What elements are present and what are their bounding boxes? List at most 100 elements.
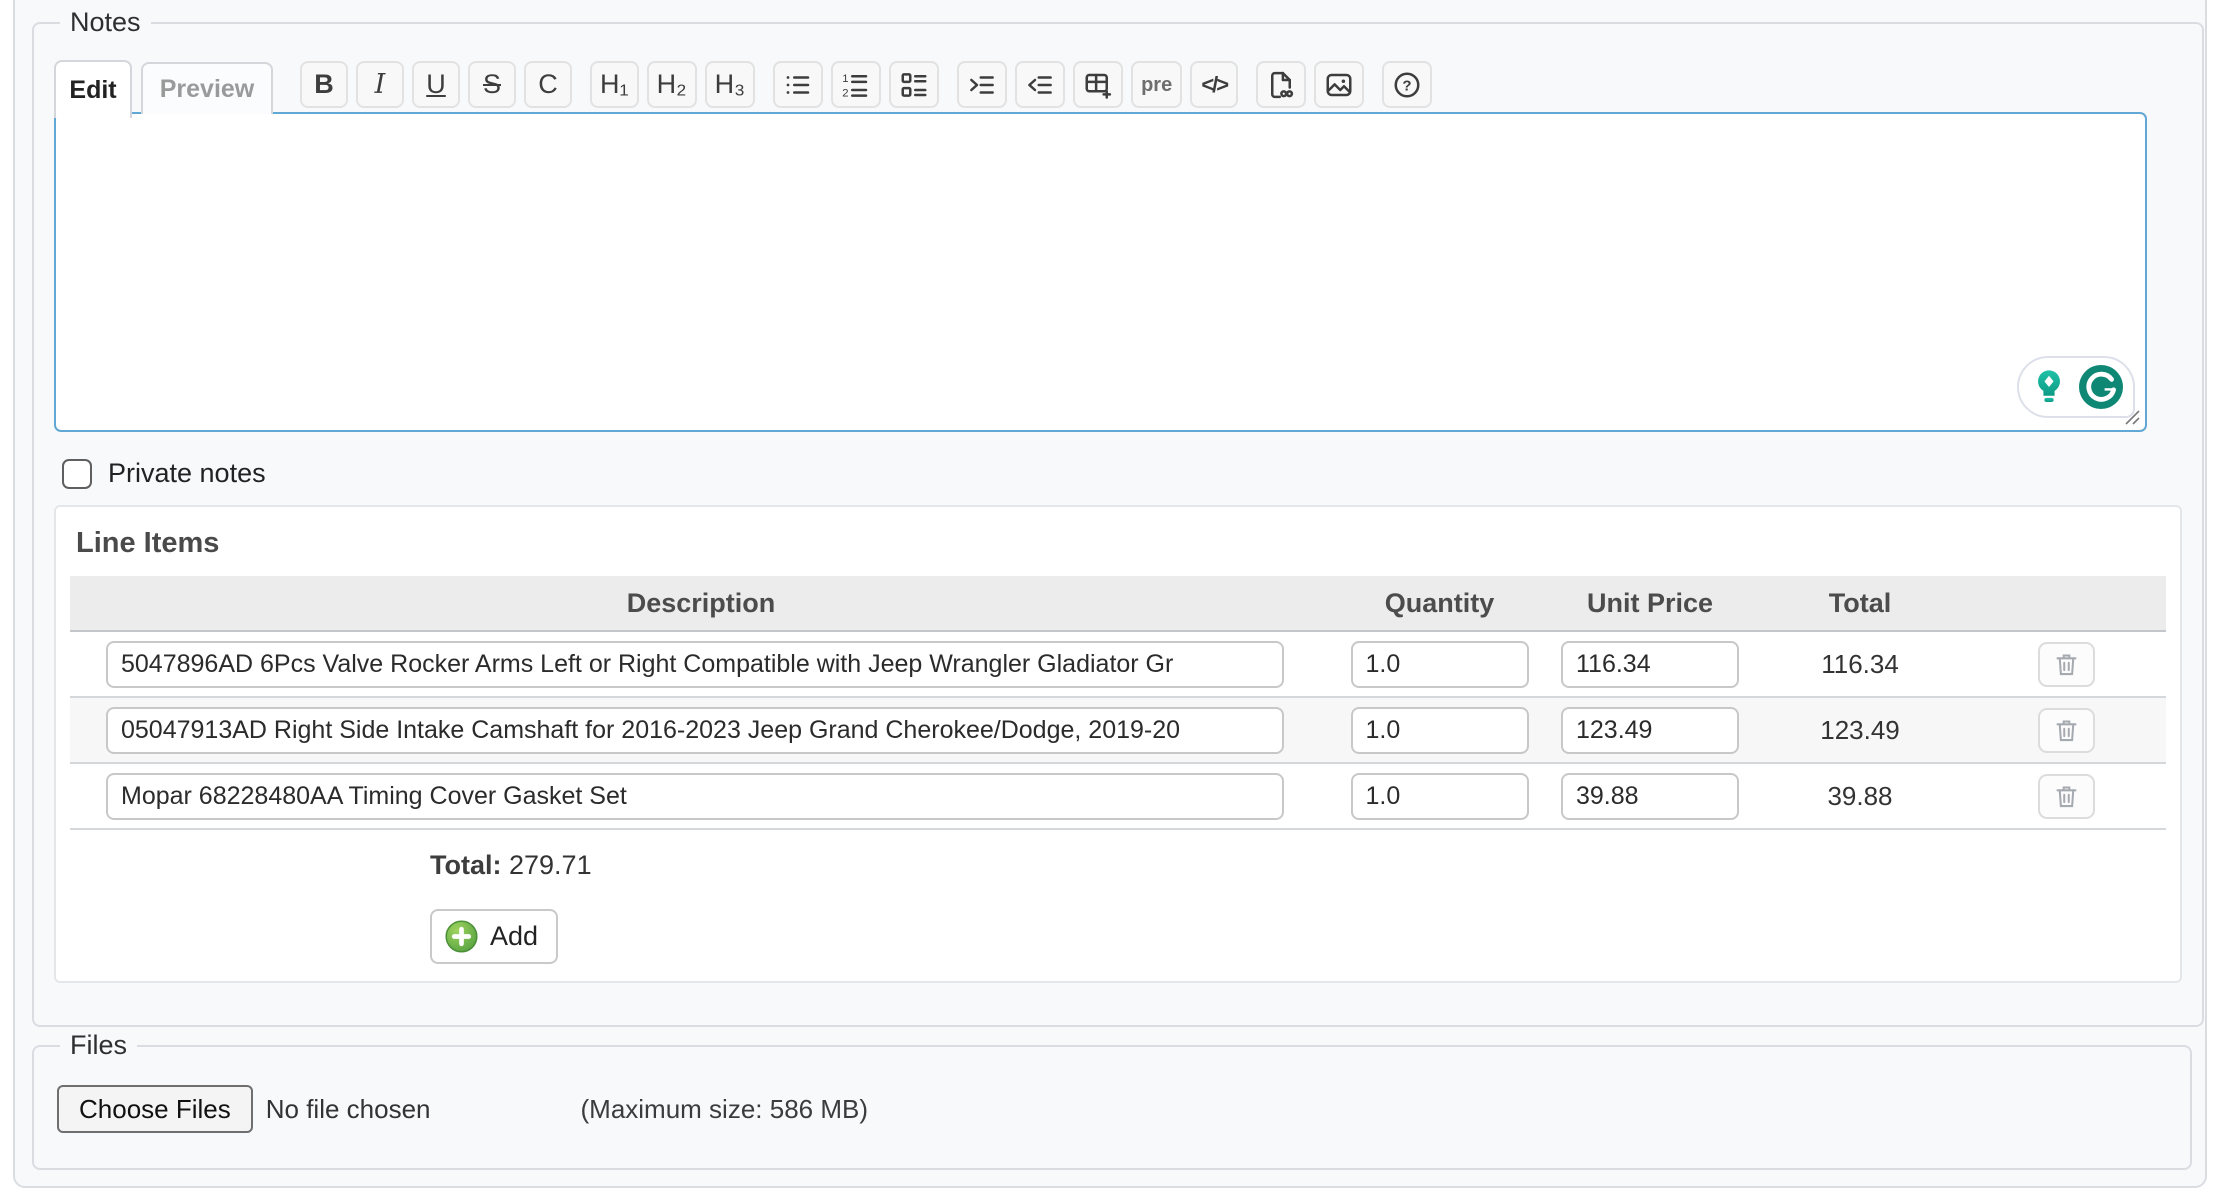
tab-preview[interactable]: Preview (141, 62, 273, 114)
help-button[interactable]: ? (1382, 61, 1432, 108)
tab-edit[interactable]: Edit (54, 60, 132, 118)
table-row: 123.49 (70, 697, 2166, 763)
image-button[interactable] (1314, 61, 1364, 108)
delete-row-button[interactable] (2038, 708, 2095, 753)
toolbar-group-media (1256, 61, 1364, 108)
heading3-button[interactable]: H₃ (705, 61, 756, 108)
tab-edit-label: Edit (69, 76, 116, 105)
table-header-row: Description Quantity Unit Price Total (70, 576, 2166, 631)
code-block-icon: </> (1201, 74, 1227, 96)
code-block-button[interactable]: </> (1190, 61, 1238, 108)
description-input[interactable] (106, 707, 1284, 754)
underline-button[interactable]: U (412, 61, 460, 108)
column-header-description: Description (70, 576, 1332, 631)
choose-files-button[interactable]: Choose Files (57, 1085, 253, 1133)
grand-total: Total: 279.71 (430, 850, 2166, 881)
quantity-input[interactable] (1351, 773, 1529, 820)
notes-editor-area (54, 112, 2147, 432)
toolbar-group-lists: 1 2 (773, 61, 939, 108)
editor-tabs-toolbar: Edit Preview B I U S C H₁ H₂ H₃ (54, 58, 2182, 114)
delete-row-button[interactable] (2038, 642, 2095, 687)
inline-code-icon: C (538, 71, 558, 98)
question-circle-icon: ? (1392, 70, 1422, 100)
files-fieldset: Files Choose Files No file chosen (Maxim… (32, 1030, 2192, 1170)
toolbar-group-headings: H₁ H₂ H₃ (590, 61, 755, 108)
toolbar-group-text-style: B I U S C (300, 61, 572, 108)
form-container: Notes Edit Preview B I U S C H₁ H₂ H₃ (13, 0, 2207, 1188)
unquote-button[interactable] (1015, 61, 1065, 108)
column-header-total: Total (1753, 576, 1967, 631)
strikethrough-button[interactable]: S (468, 61, 516, 108)
heading3-icon: H₃ (715, 71, 746, 98)
trash-icon (2053, 717, 2080, 744)
bold-icon: B (314, 71, 334, 98)
trash-icon (2053, 651, 2080, 678)
table-button[interactable] (1073, 61, 1123, 108)
row-total-value: 39.88 (1753, 763, 1967, 829)
row-total-value: 116.34 (1753, 631, 1967, 697)
notes-fieldset: Notes Edit Preview B I U S C H₁ H₂ H₃ (32, 7, 2204, 1027)
textarea-resize-handle[interactable] (2118, 403, 2142, 427)
strikethrough-icon: S (483, 71, 501, 98)
heading1-button[interactable]: H₁ (590, 61, 639, 108)
attach-file-link-button[interactable] (1256, 61, 1306, 108)
pre-button[interactable]: pre (1131, 61, 1182, 108)
toolbar-group-help: ? (1382, 61, 1432, 108)
toolbar-group-blocks: pre </> (957, 61, 1238, 108)
column-header-actions (1967, 576, 2166, 631)
add-plus-icon (444, 919, 479, 954)
grand-total-label: Total: (430, 850, 501, 880)
max-size-text: (Maximum size: 586 MB) (581, 1094, 869, 1125)
image-icon (1324, 70, 1354, 100)
unordered-list-icon (783, 70, 813, 100)
unordered-list-button[interactable] (773, 61, 823, 108)
italic-button[interactable]: I (356, 61, 404, 108)
delete-row-button[interactable] (2038, 774, 2095, 819)
blockquote-button[interactable] (957, 61, 1007, 108)
grammarly-suggestion-bulb-icon (2028, 366, 2070, 408)
heading2-button[interactable]: H₂ (647, 61, 697, 108)
inline-code-button[interactable]: C (524, 61, 572, 108)
row-total-value: 123.49 (1753, 697, 1967, 763)
unit-price-input[interactable] (1561, 773, 1739, 820)
ordered-list-icon: 1 2 (841, 70, 871, 100)
tab-preview-label: Preview (160, 75, 255, 104)
table-row: 116.34 (70, 631, 2166, 697)
description-input[interactable] (106, 641, 1284, 688)
underline-icon: U (426, 71, 446, 98)
heading2-icon: H₂ (657, 71, 687, 98)
unit-price-input[interactable] (1561, 641, 1739, 688)
no-file-chosen-text: No file chosen (266, 1094, 431, 1125)
add-button-label: Add (490, 921, 538, 952)
task-list-button[interactable] (889, 61, 939, 108)
unit-price-input[interactable] (1561, 707, 1739, 754)
svg-text:?: ? (1403, 77, 1412, 94)
column-header-unit-price: Unit Price (1547, 576, 1753, 631)
table-row: 39.88 (70, 763, 2166, 829)
svg-text:2: 2 (842, 87, 848, 99)
bold-button[interactable]: B (300, 61, 348, 108)
blockquote-indent-icon (967, 70, 997, 100)
line-items-table: Description Quantity Unit Price Total 11… (70, 576, 2166, 830)
italic-icon: I (375, 71, 386, 98)
notes-textarea[interactable] (54, 112, 2147, 432)
svg-text:1: 1 (842, 72, 848, 84)
add-line-item-button[interactable]: Add (430, 909, 558, 964)
files-legend: Files (60, 1030, 137, 1061)
private-notes-row: Private notes (62, 458, 2182, 489)
quantity-input[interactable] (1351, 707, 1529, 754)
ordered-list-button[interactable]: 1 2 (831, 61, 881, 108)
task-list-icon (899, 70, 929, 100)
private-notes-label: Private notes (108, 458, 266, 489)
line-items-title: Line Items (76, 527, 2166, 560)
document-link-icon (1266, 70, 1296, 100)
column-header-quantity: Quantity (1332, 576, 1547, 631)
notes-legend: Notes (60, 7, 151, 38)
trash-icon (2053, 783, 2080, 810)
file-upload-row: Choose Files No file chosen (Maximum siz… (54, 1085, 2170, 1133)
line-items-panel: Line Items Description Quantity Unit Pri… (54, 505, 2182, 983)
private-notes-checkbox[interactable] (62, 459, 92, 489)
grand-total-value: 279.71 (509, 850, 592, 880)
description-input[interactable] (106, 773, 1284, 820)
quantity-input[interactable] (1351, 641, 1529, 688)
